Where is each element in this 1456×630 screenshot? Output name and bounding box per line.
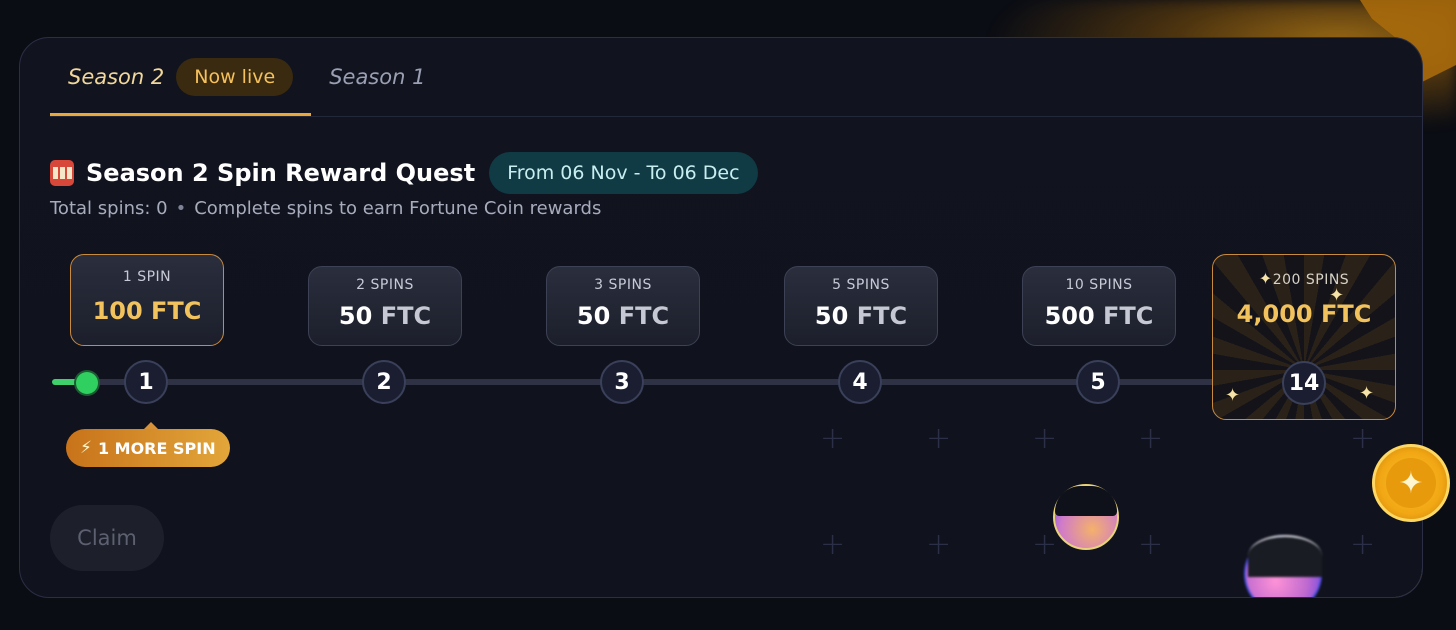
milestone-node-3: 3 (600, 360, 644, 404)
plus-decoration: + (926, 527, 952, 562)
total-spins: Total spins: 0 (50, 198, 168, 219)
plus-decoration: + (1138, 421, 1164, 456)
orb-decoration (1053, 484, 1119, 550)
season-tabs: Season 2 Now live Season 1 (50, 38, 443, 116)
plus-decoration: + (1032, 527, 1058, 562)
orb-decoration (1244, 535, 1322, 597)
reward-unit: FTC (1103, 302, 1154, 330)
star-icon: ✦ (1386, 458, 1436, 508)
reward-unit: FTC (618, 302, 670, 330)
grand-reward-amount: 4,000 FTC (1236, 300, 1372, 328)
plus-decoration: + (926, 421, 952, 456)
tab-label: Season 2 (68, 65, 165, 89)
sparkle-icon: ✦ (1225, 385, 1241, 406)
reward-card-5[interactable]: 10 SPINS 500 FTC (1022, 266, 1176, 346)
date-range-pill: From 06 Nov - To 06 Dec (489, 152, 758, 194)
plus-decoration: + (1032, 421, 1058, 456)
progress-knob (76, 372, 98, 394)
coin-icon: ✦ (1372, 444, 1450, 522)
tab-label: Season 1 (329, 65, 426, 89)
milestone-node-5: 5 (1076, 360, 1120, 404)
reward-value: 500 (1044, 302, 1095, 330)
quest-title: Season 2 Spin Reward Quest (86, 159, 476, 187)
slot-machine-icon (50, 160, 74, 186)
grand-reward-requirement: ✦200 SPINS (1213, 269, 1395, 288)
reward-amount: 50 FTC (309, 302, 461, 330)
reward-card-4[interactable]: 5 SPINS 50 FTC (784, 266, 938, 346)
reward-value: 50 (338, 302, 373, 330)
reward-value: 100 (92, 297, 143, 325)
live-badge: Now live (176, 58, 294, 96)
reward-amount: 50 FTC (547, 302, 699, 330)
reward-amount: 100 FTC (71, 297, 223, 325)
plus-decoration: + (1350, 527, 1376, 562)
reward-unit: FTC (380, 302, 432, 330)
milestone-node-4: 4 (838, 360, 882, 404)
quest-subtitle: Total spins: 0 • Complete spins to earn Fo… (50, 198, 601, 219)
tab-season-1[interactable]: Season 1 (311, 38, 443, 116)
plus-decoration: + (820, 421, 846, 456)
badge-text: 1 MORE SPIN (97, 438, 216, 458)
reward-requirement: 1 SPIN (122, 269, 172, 285)
grand-reward-card[interactable]: ✦200 SPINS 4,000 FTC ✦ ✦ ✦ 14 (1212, 254, 1396, 420)
claim-button[interactable]: Claim (50, 505, 164, 571)
reward-unit: FTC (856, 302, 908, 330)
quest-description: Complete spins to earn Fortune Coin rewa… (194, 198, 602, 219)
plus-decoration: + (1350, 421, 1376, 456)
reward-card-3[interactable]: 3 SPINS 50 FTC (546, 266, 700, 346)
quest-card: Season 2 Now live Season 1 Season 2 Spin… (19, 37, 1423, 598)
milestone-node-2: 2 (362, 360, 406, 404)
tab-divider (50, 116, 1422, 117)
reward-requirement: 2 SPINS (356, 277, 414, 293)
milestone-node-14: 14 (1282, 361, 1326, 405)
sparkle-icon: ✦ (1258, 269, 1273, 288)
reward-requirement: 5 SPINS (832, 277, 890, 293)
sparkle-icon: ✦ (1359, 383, 1375, 404)
tab-season-2[interactable]: Season 2 Now live (50, 38, 312, 116)
reward-amount: 50 FTC (785, 302, 937, 330)
milestone-node-1: 1 (124, 360, 168, 404)
lightning-icon: ⚡ (80, 438, 92, 458)
plus-decoration: + (820, 527, 846, 562)
separator-dot: • (175, 198, 187, 219)
more-spin-badge: ⚡ 1 MORE SPIN (66, 422, 230, 467)
quest-header: Season 2 Spin Reward Quest From 06 Nov -… (50, 152, 758, 194)
plus-decoration: + (1138, 527, 1164, 562)
reward-card-2[interactable]: 2 SPINS 50 FTC (308, 266, 462, 346)
reward-value: 50 (814, 302, 849, 330)
progress-track (56, 379, 1356, 385)
reward-requirement: 3 SPINS (594, 277, 652, 293)
reward-amount: 500 FTC (1023, 302, 1175, 330)
reward-unit: FTC (151, 297, 202, 325)
reward-requirement: 10 SPINS (1065, 277, 1133, 293)
reward-card-1[interactable]: 1 SPIN 100 FTC (70, 254, 224, 346)
sparkle-icon: ✦ (1329, 285, 1345, 306)
reward-value: 50 (576, 302, 611, 330)
